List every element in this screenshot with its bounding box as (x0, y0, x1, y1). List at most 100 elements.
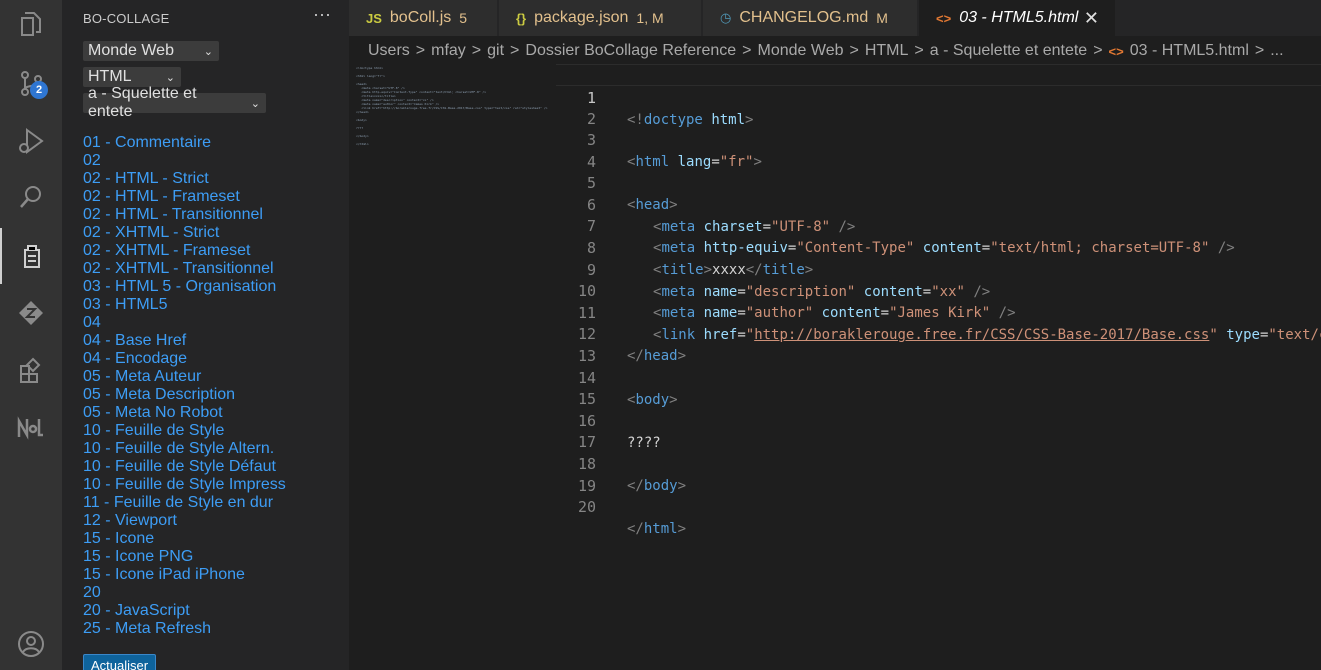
snippet-link[interactable]: 10 - Feuille de Style (83, 422, 286, 440)
breadcrumb-item[interactable]: HTML (865, 42, 909, 60)
snippet-link[interactable]: 02 - XHTML - Transitionnel (83, 260, 286, 278)
snippet-link[interactable]: 04 - Encodage (83, 350, 286, 368)
code-line: 18 </body> (556, 431, 1321, 494)
clock-file-icon: ◷ (720, 10, 732, 25)
chevron-down-icon: ⌄ (203, 45, 213, 58)
snippet-link[interactable]: 02 - XHTML - Frameset (83, 242, 286, 260)
snippet-link[interactable]: 05 - Meta No Robot (83, 404, 286, 422)
snippet-link[interactable]: 02 - XHTML - Strict (83, 224, 286, 242)
chevron-right-icon: > (1254, 42, 1265, 59)
category-select-value: Monde Web (88, 42, 174, 59)
git-lens-icon (19, 301, 43, 325)
tab-changelog-md[interactable]: ◷ CHANGELOG.md M (703, 0, 918, 36)
snippet-link[interactable]: 02 - HTML - Transitionnel (83, 206, 286, 224)
bocollage-button[interactable] (0, 228, 62, 284)
chevron-right-icon: > (849, 42, 859, 59)
bocollage-sidebar: BO-COLLAGE ··· Monde Web ⌄ HTML ⌄ a - Sq… (62, 0, 349, 670)
code-line: 13 (556, 323, 1321, 365)
breadcrumb-item[interactable]: a - Squelette et entete (930, 42, 1087, 60)
json-file-icon: {} (516, 10, 527, 26)
snippet-link[interactable]: 15 - Icone iPad iPhone (83, 566, 286, 584)
html-file-icon: <> (936, 10, 952, 26)
tab-label: boColl.js (389, 9, 452, 26)
activity-bar: 2 (0, 0, 62, 670)
snippet-link[interactable]: 05 - Meta Auteur (83, 368, 286, 386)
breadcrumb-item[interactable]: ... (1270, 42, 1283, 60)
search-icon (20, 186, 41, 208)
code-line: 15 (556, 366, 1321, 408)
snippet-link[interactable]: 04 (83, 314, 286, 332)
code-editor[interactable]: 1 <!doctype html> 2 3 <html lang="fr"> 4… (556, 64, 1321, 670)
snippet-link[interactable]: 15 - Icone (83, 530, 286, 548)
code-line: 4 (556, 129, 1321, 171)
run-debug-button[interactable] (0, 113, 62, 169)
section-select-value: a - Squelette et entete (88, 85, 197, 120)
chevron-right-icon: > (742, 42, 752, 59)
chevron-right-icon: > (914, 42, 924, 59)
code-line: 14 <body> (556, 345, 1321, 408)
snippet-link[interactable]: 12 - Viewport (83, 512, 286, 530)
language-select[interactable]: HTML ⌄ (83, 67, 181, 87)
source-control-button[interactable]: 2 (0, 55, 62, 111)
snippet-link[interactable]: 10 - Feuille de Style Altern. (83, 440, 286, 458)
search-button[interactable] (0, 169, 62, 225)
snippet-link[interactable]: 10 - Feuille de Style Défaut (83, 458, 286, 476)
tab-label: package.json (534, 9, 629, 26)
snippet-link[interactable]: 11 - Feuille de Style en dur (83, 494, 286, 512)
snippet-link[interactable]: 04 - Base Href (83, 332, 286, 350)
tab-bocoll-js[interactable]: JS boColl.js 5 (349, 0, 498, 36)
snippet-link[interactable]: 10 - Feuille de Style Impress (83, 476, 286, 494)
breadcrumb-item[interactable]: Monde Web (758, 42, 844, 60)
close-icon[interactable]: ✕ (1084, 8, 1099, 29)
html-file-icon: <> (1108, 43, 1124, 59)
nol-button[interactable] (0, 400, 62, 456)
breadcrumb-item[interactable]: Users (368, 42, 410, 60)
breadcrumb-item[interactable]: Dossier BoCollage Reference (525, 42, 736, 60)
chevron-right-icon: > (1093, 42, 1103, 59)
tab-label: 03 - HTML5.html (959, 9, 1079, 26)
code-line: 11 <link href="http://boraklerouge.free.… (556, 280, 1321, 343)
tab-html5-html[interactable]: <> 03 - HTML5.html ✕ (919, 0, 1116, 36)
source-control-badge: 2 (30, 81, 48, 99)
snippet-link[interactable]: 01 - Commentaire (83, 134, 286, 152)
git-lens-button[interactable] (0, 285, 62, 341)
files-icon (21, 12, 41, 36)
code-line: 7 <meta http-equiv="Content-Type" conten… (556, 193, 1321, 256)
sidebar-title: BO-COLLAGE (83, 11, 170, 26)
more-actions-button[interactable]: ··· (313, 4, 331, 25)
nol-icon (17, 416, 43, 440)
code-line: 2 (556, 86, 1321, 128)
breadcrumb-item[interactable]: mfay (431, 42, 466, 60)
account-icon (18, 631, 44, 657)
editor-tabs: JS boColl.js 5 {} package.json 1, M ◷ CH… (349, 0, 1321, 36)
minimap[interactable]: <!doctype html> <html lang="fr"> <head> … (356, 66, 556, 156)
language-select-value: HTML (88, 68, 132, 85)
snippet-link[interactable]: 02 (83, 152, 286, 170)
tab-status: M (876, 10, 888, 26)
code-line: 9 <meta name="description" content="xx" … (556, 237, 1321, 300)
snippet-link[interactable]: 03 - HTML5 (83, 296, 286, 314)
snippet-link[interactable]: 15 - Icone PNG (83, 548, 286, 566)
snippet-link[interactable]: 20 - JavaScript (83, 602, 286, 620)
code-line: 5 <head> (556, 150, 1321, 213)
snippet-link[interactable]: 05 - Meta Description (83, 386, 286, 404)
explorer-button[interactable] (0, 0, 62, 52)
snippet-link[interactable]: 20 (83, 584, 286, 602)
extensions-button[interactable] (0, 342, 62, 398)
chevron-down-icon: ⌄ (250, 97, 260, 110)
account-button[interactable] (0, 616, 62, 670)
snippet-link[interactable]: 02 - HTML - Strict (83, 170, 286, 188)
js-file-icon: JS (366, 10, 382, 26)
tab-package-json[interactable]: {} package.json 1, M (499, 0, 702, 36)
breadcrumb-item[interactable]: git (487, 42, 504, 60)
snippet-link[interactable]: 03 - HTML 5 - Organisation (83, 278, 286, 296)
run-debug-icon (19, 128, 44, 154)
refresh-button[interactable]: Actualiser (83, 654, 157, 670)
code-line: 1 <!doctype html> (556, 64, 1321, 128)
snippet-link[interactable]: 25 - Meta Refresh (83, 620, 286, 638)
code-line: 16 ???? (556, 388, 1321, 451)
section-select[interactable]: a - Squelette et entete ⌄ (83, 85, 266, 120)
snippet-link[interactable]: 02 - HTML - Frameset (83, 188, 286, 206)
category-select[interactable]: Monde Web ⌄ (83, 41, 219, 61)
breadcrumb-item[interactable]: 03 - HTML5.html (1130, 42, 1249, 60)
